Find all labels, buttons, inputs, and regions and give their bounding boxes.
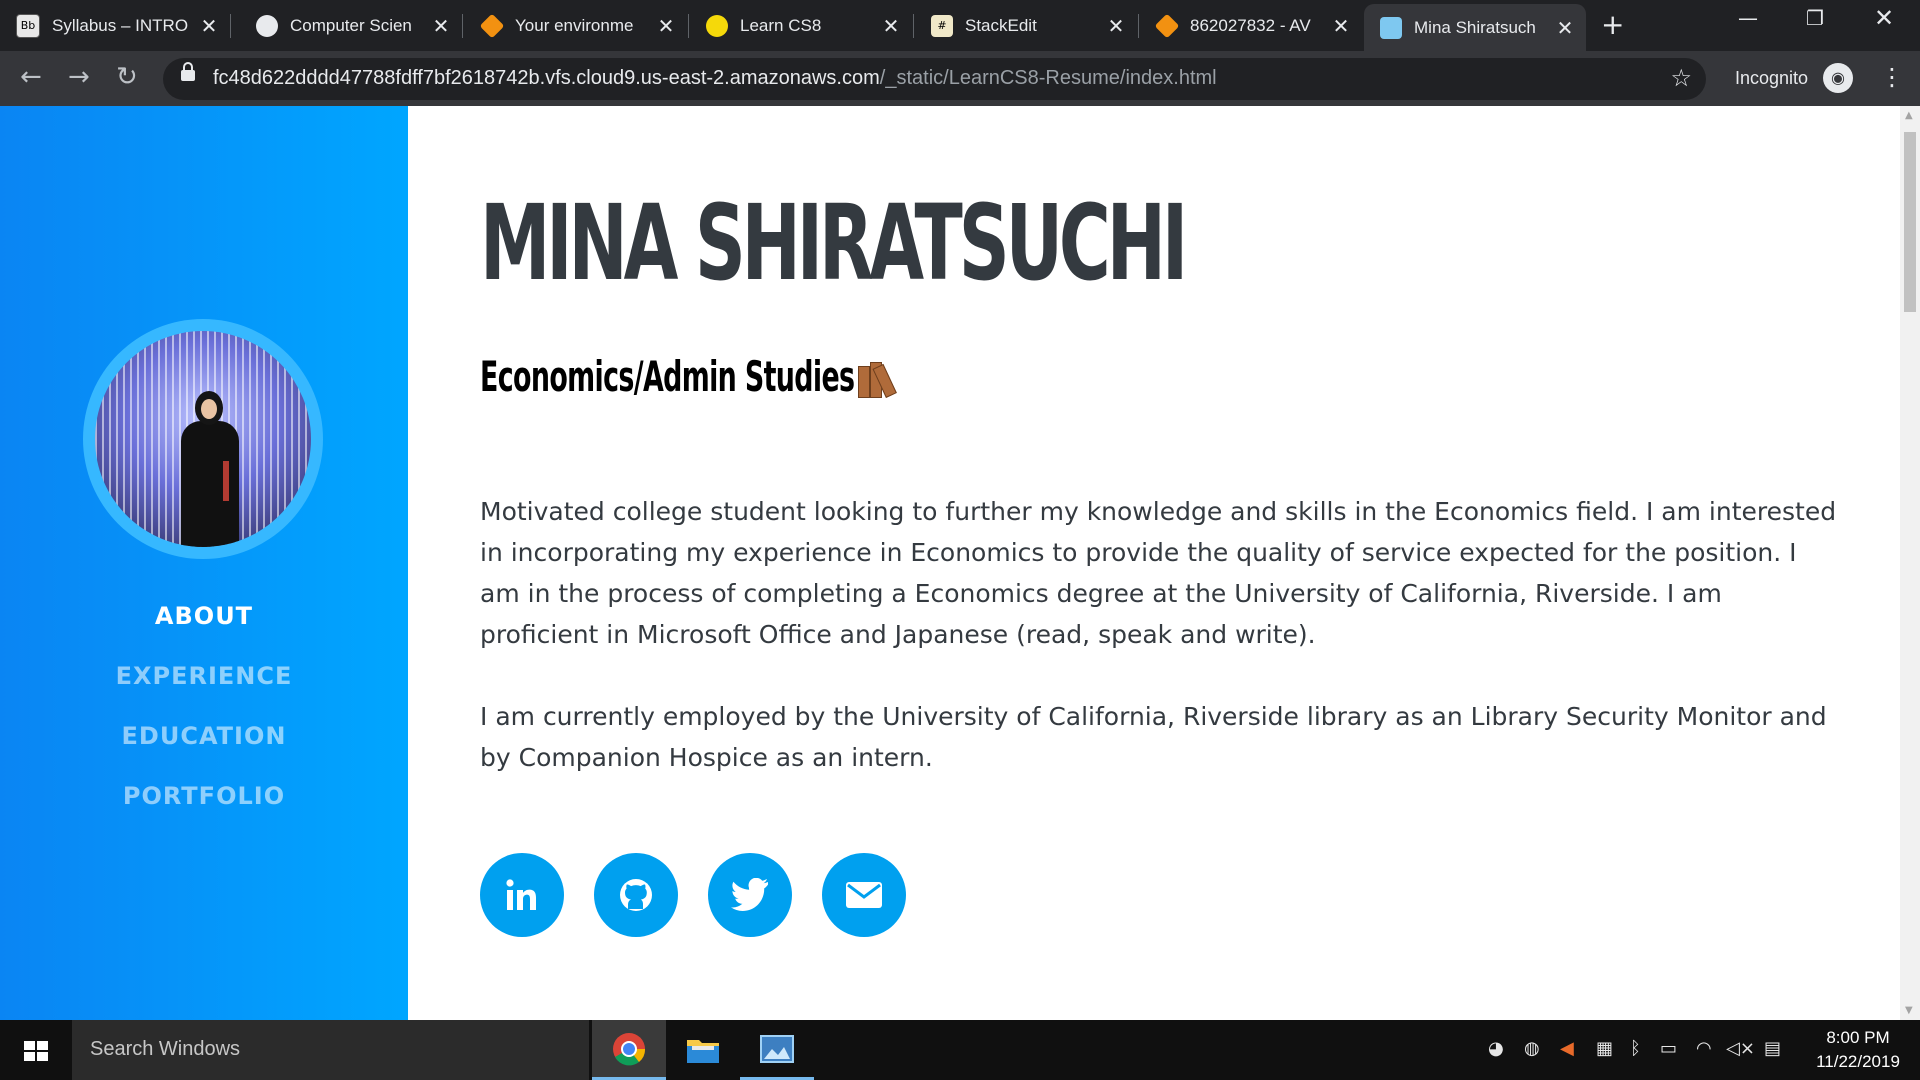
lock-icon xyxy=(181,62,195,81)
tray-app-icon[interactable]: ◕ xyxy=(1488,1038,1504,1059)
tab-separator xyxy=(462,14,463,38)
tab-title: StackEdit xyxy=(965,15,1037,35)
taskbar-file-explorer[interactable] xyxy=(666,1020,740,1080)
tab-separator xyxy=(913,14,914,38)
restore-button[interactable]: ❐ xyxy=(1806,6,1824,30)
nav-education[interactable]: EDUCATION xyxy=(0,706,408,766)
close-window-button[interactable]: ✕ xyxy=(1874,4,1894,32)
aws-cube-icon xyxy=(1154,13,1180,38)
scroll-down-arrow[interactable]: ▼ xyxy=(1905,1005,1913,1016)
new-tab-button[interactable]: + xyxy=(1601,10,1624,40)
url-text: fc48d622dddd47788fdff7bf2618742b.vfs.clo… xyxy=(213,67,1217,89)
github-button[interactable] xyxy=(594,853,678,937)
books-icon xyxy=(858,362,904,398)
github-icon xyxy=(620,879,652,911)
tray-volume-muted-icon[interactable]: ◁× xyxy=(1726,1038,1755,1059)
globe-icon xyxy=(256,14,278,37)
twitter-icon xyxy=(731,878,768,911)
tab-aws-account[interactable]: 862027832 - AV ✕ xyxy=(1140,0,1362,51)
tab-syllabus[interactable]: Bb Syllabus – INTRO ✕ xyxy=(0,0,230,51)
nav-about[interactable]: ABOUT xyxy=(0,586,408,646)
incognito-label: Incognito xyxy=(1735,68,1809,88)
profile-person-figure xyxy=(175,391,245,547)
tab-your-environment[interactable]: Your environme ✕ xyxy=(465,0,687,51)
scroll-up-arrow[interactable]: ▲ xyxy=(1905,110,1913,121)
tab-separator xyxy=(1138,14,1139,38)
subtitle: Economics/Admin Studies xyxy=(480,352,855,401)
clock-date: 11/22/2019 xyxy=(1816,1052,1900,1071)
page-title: MINA SHIRATSUCHI xyxy=(480,182,1188,304)
linkedin-button[interactable] xyxy=(480,853,564,937)
side-nav: ABOUT EXPERIENCE EDUCATION PORTFOLIO xyxy=(0,586,408,826)
tray-speaker-icon[interactable]: ◀ xyxy=(1560,1038,1574,1059)
close-tab-icon[interactable]: ✕ xyxy=(198,14,220,38)
tray-battery-icon[interactable]: ▭ xyxy=(1660,1038,1677,1059)
menu-dots-icon[interactable]: ⋮ xyxy=(1880,63,1904,91)
taskbar-photos[interactable] xyxy=(740,1020,814,1080)
cs8-face-icon xyxy=(706,14,728,37)
avatar-ring xyxy=(83,319,323,559)
email-button[interactable] xyxy=(822,853,906,937)
tab-learn-cs8[interactable]: Learn CS8 ✕ xyxy=(690,0,912,51)
taskbar-search-placeholder: Search Windows xyxy=(90,1038,241,1060)
avatar xyxy=(95,331,311,547)
page-scrollbar[interactable]: ▲ ▼ xyxy=(1900,106,1920,1020)
tab-resume-active[interactable]: Mina Shiratsuch ✕ xyxy=(1364,4,1586,51)
close-tab-icon[interactable]: ✕ xyxy=(655,14,677,38)
bookmark-star-icon[interactable]: ☆ xyxy=(1670,64,1692,92)
incognito-icon[interactable]: ◉ xyxy=(1823,63,1853,93)
nav-experience[interactable]: EXPERIENCE xyxy=(0,646,408,706)
taskbar-chrome[interactable] xyxy=(592,1020,666,1080)
chrome-icon xyxy=(613,1032,646,1065)
resume-favicon-icon xyxy=(1380,16,1402,39)
taskbar-clock[interactable]: 8:00 PM 11/22/2019 xyxy=(1808,1026,1908,1074)
windows-start-icon[interactable] xyxy=(24,1041,48,1061)
tab-title: 862027832 - AV xyxy=(1190,15,1311,35)
reload-button[interactable]: ↻ xyxy=(116,62,138,92)
close-tab-icon[interactable]: ✕ xyxy=(1330,14,1352,38)
linkedin-icon xyxy=(506,879,536,910)
forward-button[interactable]: → xyxy=(68,62,90,92)
close-tab-icon[interactable]: ✕ xyxy=(1554,16,1576,40)
email-icon xyxy=(846,882,882,908)
close-tab-icon[interactable]: ✕ xyxy=(880,14,902,38)
scrollbar-thumb[interactable] xyxy=(1904,132,1916,312)
minimize-button[interactable]: — xyxy=(1738,6,1758,30)
windows-taskbar: Search Windows ◕ ◍ ◀ ▦ ᛒ ▭ ◠ ◁× ▤ 8:00 P… xyxy=(0,1020,1920,1080)
tray-network-globe-icon[interactable]: ◍ xyxy=(1524,1038,1540,1059)
web-page: ABOUT EXPERIENCE EDUCATION PORTFOLIO MIN… xyxy=(0,106,1900,1020)
sidebar: ABOUT EXPERIENCE EDUCATION PORTFOLIO xyxy=(0,106,408,1020)
tray-notifications-icon[interactable]: ▤ xyxy=(1764,1038,1781,1059)
nav-portfolio[interactable]: PORTFOLIO xyxy=(0,766,408,826)
clock-time: 8:00 PM xyxy=(1826,1028,1890,1047)
twitter-button[interactable] xyxy=(708,853,792,937)
tab-separator xyxy=(230,14,231,38)
social-links xyxy=(480,853,936,937)
tab-title: Syllabus – INTRO xyxy=(52,15,189,35)
tab-separator xyxy=(688,14,689,38)
employment-paragraph: I am currently employed by the Universit… xyxy=(480,702,1827,772)
tab-title: Learn CS8 xyxy=(740,15,822,35)
blackboard-icon: Bb xyxy=(16,13,40,38)
photos-icon xyxy=(760,1034,794,1063)
tab-title: Mina Shiratsuch xyxy=(1414,17,1536,37)
browser-tab-strip: Bb Syllabus – INTRO ✕ Computer Scien ✕ Y… xyxy=(0,0,1920,51)
browser-toolbar: ← → ↻ fc48d622dddd47788fdff7bf2618742b.v… xyxy=(0,51,1920,106)
close-tab-icon[interactable]: ✕ xyxy=(430,14,452,38)
tab-stackedit[interactable]: # StackEdit ✕ xyxy=(915,0,1137,51)
address-bar[interactable]: fc48d622dddd47788fdff7bf2618742b.vfs.clo… xyxy=(163,58,1706,100)
about-paragraph: Motivated college student looking to fur… xyxy=(480,497,1837,649)
tray-wifi-icon[interactable]: ◠ xyxy=(1696,1038,1712,1059)
tray-ime-icon[interactable]: ▦ xyxy=(1596,1038,1613,1059)
aws-cube-icon xyxy=(479,13,505,38)
tray-bluetooth-icon[interactable]: ᛒ xyxy=(1630,1038,1641,1059)
tab-title: Computer Scien xyxy=(290,15,412,35)
tab-title: Your environme xyxy=(515,15,634,35)
folder-icon xyxy=(687,1040,719,1063)
back-button[interactable]: ← xyxy=(20,62,42,92)
tab-computer-science[interactable]: Computer Scien ✕ xyxy=(240,0,462,51)
close-tab-icon[interactable]: ✕ xyxy=(1105,14,1127,38)
taskbar-search[interactable]: Search Windows xyxy=(72,1020,589,1080)
stackedit-icon: # xyxy=(931,14,953,37)
